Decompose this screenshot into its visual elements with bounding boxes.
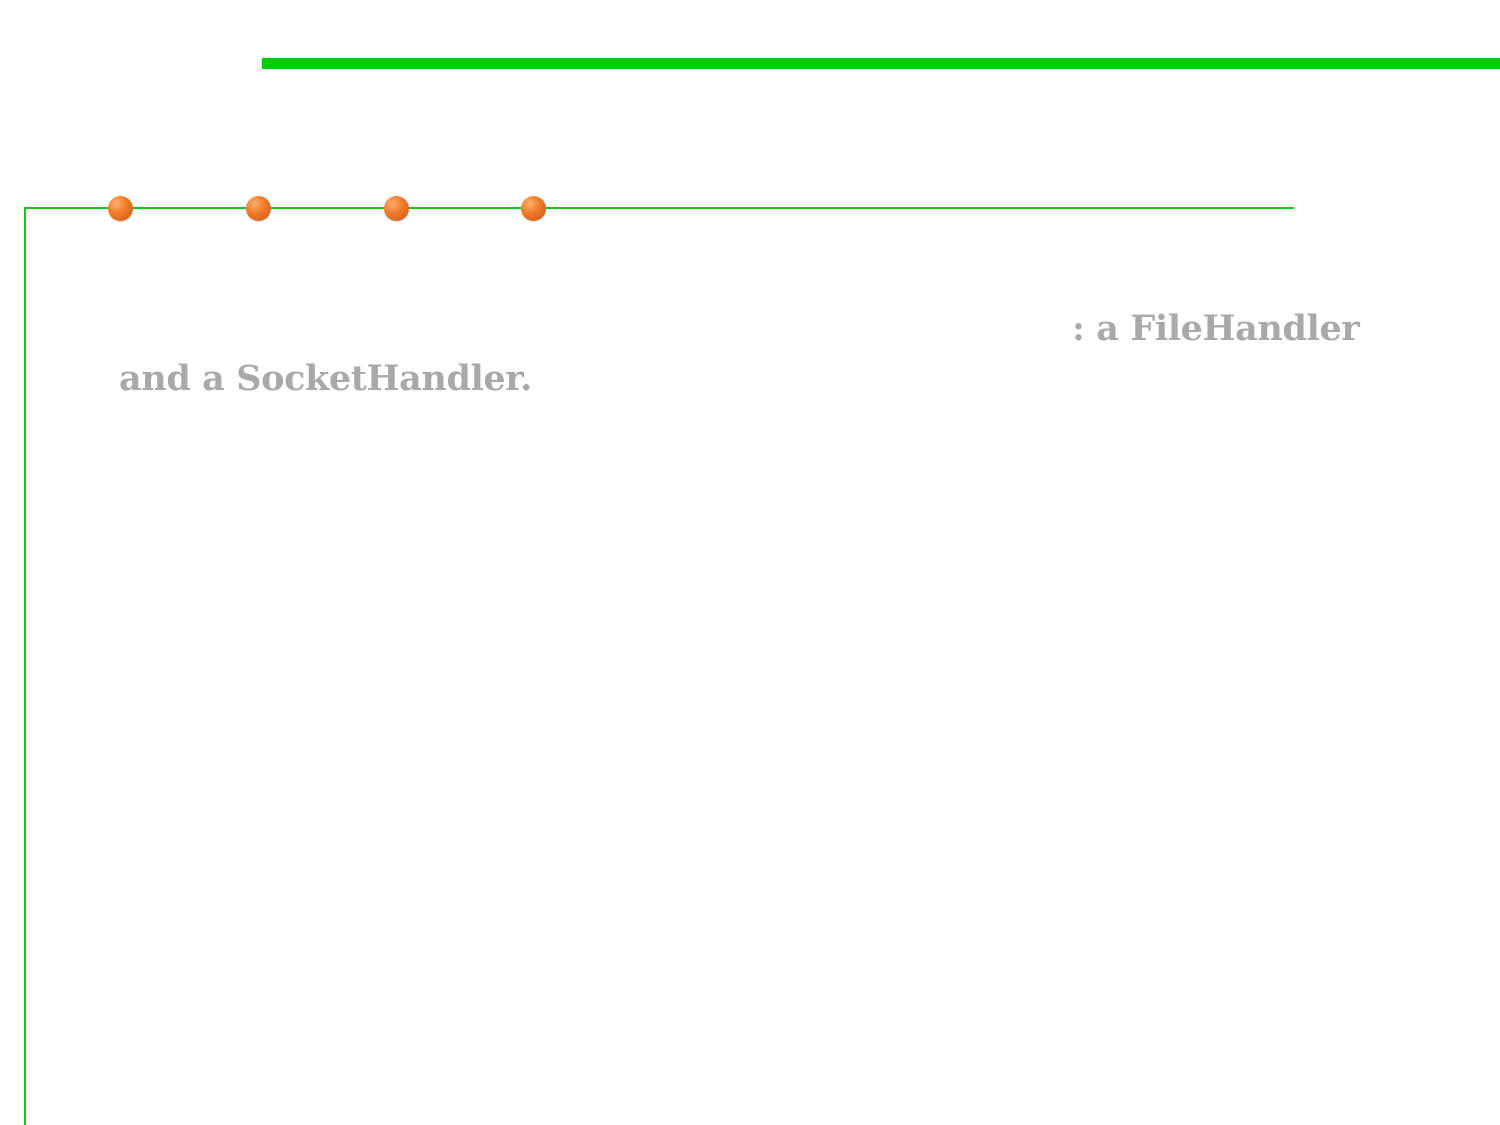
slide-text-line-2: and a SocketHandler. (119, 358, 532, 399)
frame-vertical-line (24, 207, 26, 1125)
frame-horizontal-line (24, 207, 1294, 209)
orange-sphere-icon (384, 196, 409, 221)
orange-sphere-icon (108, 196, 133, 221)
top-accent-bar (262, 58, 1500, 69)
orange-sphere-icon (246, 196, 271, 221)
slide-text-line-1: : a FileHandler (1072, 308, 1360, 349)
orange-sphere-icon (521, 196, 546, 221)
slide-canvas: : a FileHandler and a SocketHandler. (0, 0, 1500, 1125)
